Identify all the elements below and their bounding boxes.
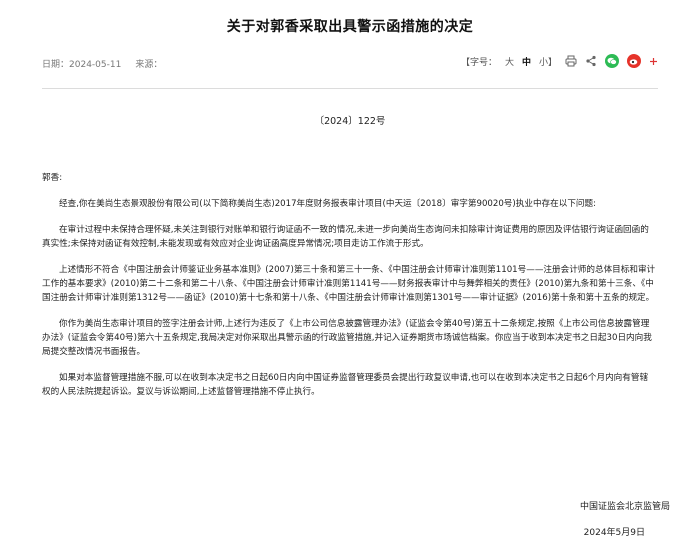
issuer-signature: 中国证监会北京监管局 — [579, 502, 670, 512]
font-size-label: 【字号： — [460, 57, 497, 68]
font-size-medium-button[interactable]: 中 — [522, 55, 531, 68]
date-label: 日期： — [42, 60, 70, 70]
body-paragraph-1: 经查,你在美尚生态景观股份有限公司(以下简称美尚生态)2017年度财务报表审计项… — [59, 199, 596, 209]
wechat-icon[interactable] — [605, 54, 619, 68]
font-size-small-button[interactable]: 小】 — [539, 55, 557, 68]
plus-icon[interactable] — [649, 57, 658, 66]
publish-date: 2024-05-11 — [69, 60, 122, 70]
weibo-icon[interactable] — [627, 54, 641, 68]
source-label: 来源： — [135, 60, 163, 70]
body-paragraph-5: 如果对本监督管理措施不服,可以在收到本决定书之日起60日内向中国证券监督管理委员… — [42, 373, 649, 397]
article-toolbar: 【字号： 大 中 小】 — [461, 54, 658, 68]
printer-icon[interactable] — [565, 55, 577, 67]
body-paragraph-4: 你作为美尚生态审计项目的签字注册会计师,上述行为违反了《上市公司信息披露管理办法… — [42, 319, 652, 357]
greeting: 郭香: — [42, 173, 63, 183]
article-meta: 日期：2024-05-11 来源： — [42, 57, 162, 70]
signature-date: 2024年5月9日 — [583, 528, 645, 538]
article-page: 关于对郭香采取出具警示函措施的决定 日期：2024-05-11 来源： 【字号：… — [0, 0, 700, 544]
date-meta: 日期：2024-05-11 — [42, 57, 121, 70]
body-paragraph-2: 在审计过程中未保持合理怀疑,未关注到银行对账单和银行询证函不一致的情况,未进一步… — [42, 225, 649, 249]
document-number: 〔2024〕122号 — [314, 116, 386, 127]
font-size-large-button[interactable]: 大 — [505, 55, 514, 68]
article-body: 郭香: 经查,你在美尚生态景观股份有限公司(以下简称美尚生态)2017年度财务报… — [42, 171, 656, 411]
share-icon[interactable] — [585, 55, 597, 67]
body-paragraph-3: 上述情形不符合《中国注册会计师鉴证业务基本准则》(2007)第三十条和第三十一条… — [42, 265, 656, 303]
article-title: 关于对郭香采取出具警示函措施的决定 — [226, 19, 474, 35]
header-divider — [42, 88, 658, 89]
